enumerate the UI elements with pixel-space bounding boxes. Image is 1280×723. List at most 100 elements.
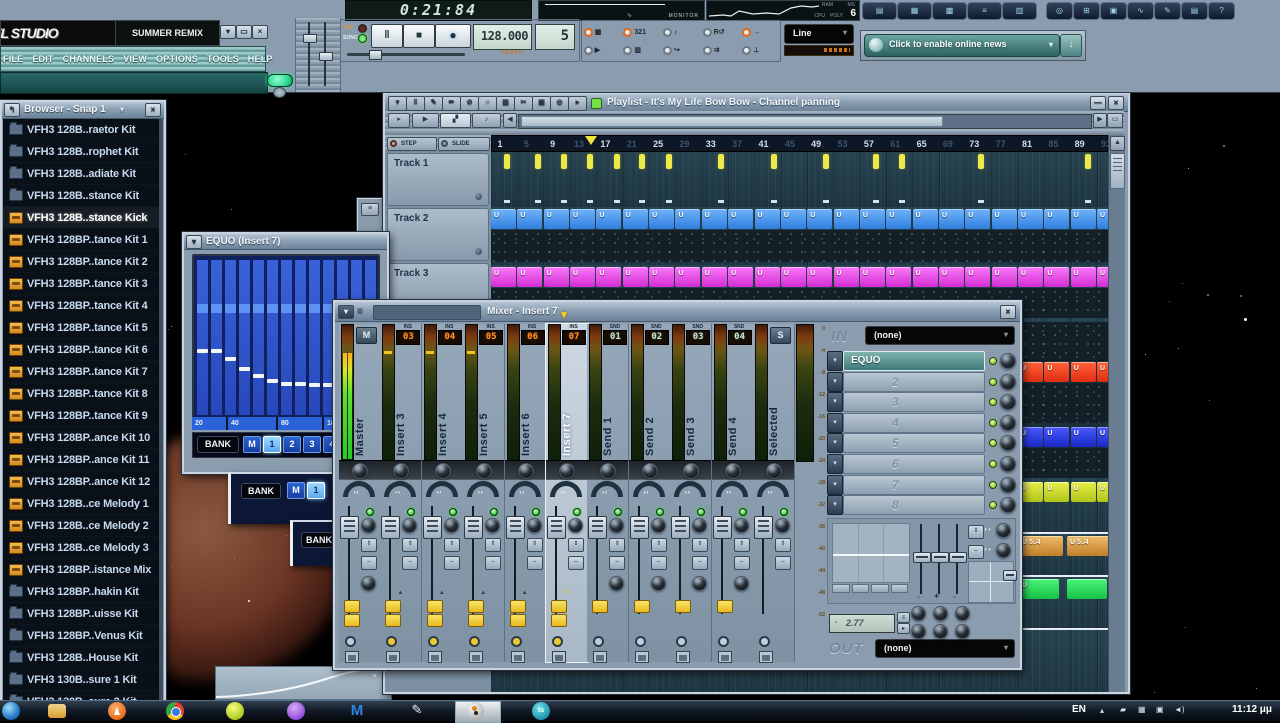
pan-arc[interactable] bbox=[715, 481, 748, 497]
send-knob[interactable] bbox=[933, 606, 948, 621]
disk-icon[interactable] bbox=[634, 651, 649, 663]
show-hidden-icons-button[interactable]: ▴ bbox=[1100, 706, 1104, 715]
playlist-hscrollbar[interactable] bbox=[518, 114, 1092, 129]
pattern-clip[interactable] bbox=[639, 154, 645, 169]
scroll-right-button[interactable]: ▶ bbox=[1093, 113, 1107, 128]
pattern-clip[interactable]: U bbox=[754, 209, 780, 229]
display-tray-icon[interactable]: ▦ bbox=[1138, 705, 1146, 714]
plugin-window-button[interactable] bbox=[469, 636, 481, 647]
record-ext-button[interactable]: ◎ bbox=[1046, 2, 1073, 20]
pattern-clip[interactable]: U bbox=[649, 209, 675, 229]
slot-menu-button[interactable]: ▾ bbox=[827, 392, 843, 413]
mixer-channel-selected[interactable]: S Selected ◗◖ ⇕ ⇔ bbox=[753, 324, 795, 663]
pattern-clip[interactable]: U bbox=[833, 267, 859, 287]
link-button[interactable]: ⇕ bbox=[733, 538, 750, 552]
eq-band-level[interactable] bbox=[225, 357, 236, 361]
stereo-button[interactable]: ⇔ bbox=[609, 556, 626, 570]
fader-handle[interactable] bbox=[629, 516, 649, 539]
toggle-ring[interactable] bbox=[623, 27, 633, 37]
step-toggle[interactable]: STEP bbox=[387, 137, 437, 151]
sep-knob[interactable] bbox=[996, 543, 1011, 558]
browser-item[interactable]: VFH3 128BP..tance Kit 2 bbox=[3, 251, 163, 273]
pattern-clip[interactable]: U bbox=[965, 267, 991, 287]
link-button[interactable]: ⇕ bbox=[775, 538, 791, 552]
fader-handle[interactable] bbox=[588, 516, 608, 539]
pan-knob[interactable] bbox=[733, 518, 749, 533]
slot-enable-led[interactable] bbox=[989, 501, 997, 510]
link-button[interactable]: ⇕ bbox=[568, 538, 584, 552]
pattern-clip[interactable]: U bbox=[1070, 362, 1096, 382]
browser-item[interactable]: VFH3 128B..ce Melody 1 bbox=[3, 493, 163, 515]
pattern-clip[interactable]: U bbox=[543, 209, 569, 229]
pattern-clip[interactable]: U bbox=[1097, 209, 1108, 229]
eq-slider-handle[interactable] bbox=[949, 552, 967, 563]
fx-slot-6[interactable]: ▾ 6 bbox=[827, 454, 1017, 474]
link-button[interactable]: ⇕ bbox=[361, 538, 377, 552]
pattern-clip[interactable]: U bbox=[1044, 267, 1070, 287]
browser-item[interactable]: VFH3 128B..stance Kit bbox=[3, 185, 163, 207]
explorer-icon[interactable] bbox=[48, 704, 66, 718]
slot-enable-led[interactable] bbox=[989, 357, 997, 365]
pattern-clip[interactable]: U bbox=[543, 267, 569, 287]
news-banner[interactable]: Click to enable online news ▾ bbox=[864, 34, 1060, 57]
send-knob[interactable] bbox=[911, 606, 926, 621]
browser-item[interactable]: VFH3 128BP..istance Mix bbox=[3, 559, 163, 581]
mixer-channel-send-3[interactable]: SND 03 Send 3 ◗◖ ⇕ ⇔ bbox=[670, 324, 713, 663]
plugin-window-button[interactable] bbox=[386, 636, 398, 647]
teamspeak-icon[interactable]: ts bbox=[532, 702, 550, 720]
pan-knob[interactable] bbox=[526, 518, 542, 533]
time-display[interactable]: 0:21:84 bbox=[345, 0, 532, 21]
fader-handle[interactable] bbox=[381, 516, 401, 539]
countdown-toggle[interactable]: 321 bbox=[623, 23, 659, 41]
pattern-clip[interactable] bbox=[535, 154, 541, 169]
fx-slot-button[interactable] bbox=[344, 600, 360, 613]
browser-item[interactable]: VFH3 128BP..tance Kit 8 bbox=[3, 383, 163, 405]
pattern-clip[interactable]: U bbox=[649, 267, 675, 287]
minimize-button[interactable]: — bbox=[1090, 96, 1106, 110]
pattern-clip[interactable] bbox=[771, 154, 777, 169]
pan-knob[interactable] bbox=[609, 518, 625, 533]
pattern-clip[interactable] bbox=[587, 154, 593, 169]
pattern-clip[interactable] bbox=[504, 154, 510, 169]
pattern-clip[interactable]: U 5..4 bbox=[1019, 536, 1063, 556]
slot-menu-button[interactable]: ▾ bbox=[827, 495, 843, 516]
pan-knob[interactable] bbox=[568, 518, 583, 533]
stereo-button[interactable]: ⇔ bbox=[443, 556, 460, 570]
save-button[interactable]: ▣ bbox=[1100, 2, 1127, 20]
menu-help[interactable]: HELP bbox=[248, 54, 273, 64]
fx-slot-7[interactable]: ▾ 7 bbox=[827, 474, 1017, 495]
pan-arc[interactable] bbox=[425, 481, 458, 497]
fader-handle[interactable] bbox=[422, 516, 442, 539]
window-menu-icon[interactable]: ≡ bbox=[361, 203, 379, 216]
paint-tool-button[interactable]: ✏ bbox=[442, 96, 461, 111]
mouse-record-toggle[interactable]: ▶ bbox=[583, 41, 620, 59]
slide-toggle[interactable]: SLIDE bbox=[438, 137, 490, 151]
record-button[interactable]: ● bbox=[435, 24, 471, 48]
plugin-window-button[interactable] bbox=[552, 636, 563, 647]
eq-band-level[interactable] bbox=[211, 349, 222, 353]
playlist-menu-button[interactable]: ▾ bbox=[388, 96, 407, 111]
start-button[interactable] bbox=[2, 702, 20, 720]
delete-tool-button[interactable]: ⊘ bbox=[460, 96, 479, 111]
stereo-button[interactable]: ⇔ bbox=[526, 556, 543, 570]
fader-handle[interactable] bbox=[505, 516, 525, 539]
playlist-vscrollbar[interactable]: ▲ bbox=[1108, 135, 1125, 692]
browser-item[interactable]: VFH3 128BP..tance Kit 1 bbox=[3, 229, 163, 251]
pan-knob[interactable] bbox=[692, 518, 708, 533]
fader-handle[interactable] bbox=[712, 516, 732, 539]
pattern-clip[interactable]: U bbox=[701, 267, 727, 287]
slot-enable-led[interactable] bbox=[989, 398, 997, 407]
pattern-clip[interactable]: U bbox=[1044, 362, 1070, 382]
pan-arc[interactable] bbox=[550, 481, 582, 497]
pattern-clip[interactable]: U bbox=[1070, 427, 1096, 447]
channel-knob[interactable] bbox=[683, 463, 700, 479]
slot-mix-knob[interactable] bbox=[1000, 497, 1016, 514]
fader-handle[interactable] bbox=[340, 516, 359, 539]
menu-tools[interactable]: TOOLS bbox=[207, 54, 239, 64]
pan-knob[interactable] bbox=[361, 518, 376, 533]
bank-1-button[interactable]: 1 bbox=[307, 482, 325, 499]
scroll-up-button[interactable]: ▲ bbox=[1110, 136, 1125, 151]
pause-tool-button[interactable]: ‖ bbox=[406, 96, 425, 111]
browser-item[interactable]: VFH3 128BP..tance Kit 3 bbox=[3, 273, 163, 295]
pan-arc[interactable] bbox=[757, 481, 789, 497]
